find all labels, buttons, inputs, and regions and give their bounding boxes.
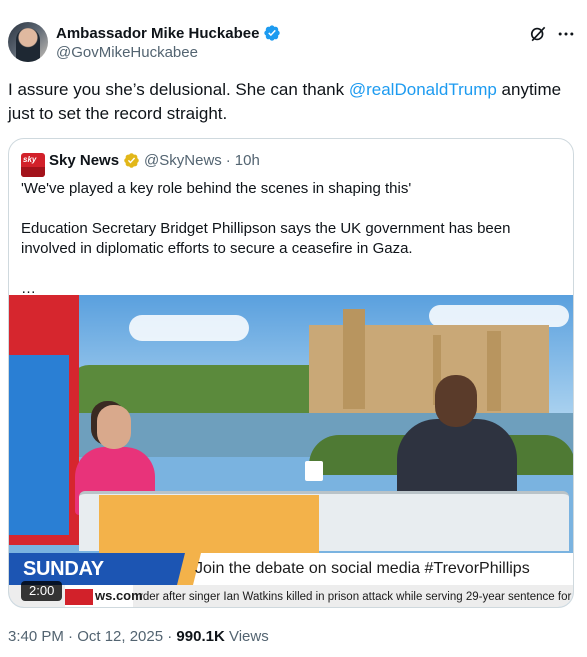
video-player[interactable]: SUNDAY MORNING Join the debate on social… xyxy=(9,295,574,607)
ticker-site: ws.com xyxy=(95,588,143,603)
more-options-icon[interactable] xyxy=(556,24,576,44)
ticker-text: rder after singer Ian Watkins killed in … xyxy=(139,591,574,603)
quote-header: Sky News @SkyNews · 10h xyxy=(49,152,260,169)
quote-handle[interactable]: @SkyNews xyxy=(144,152,222,169)
video-duration: 2:00 xyxy=(21,581,63,601)
tweet-timestamp[interactable]: 3:40 PM · Oct 12, 2025 · xyxy=(8,628,176,645)
author-handle[interactable]: @GovMikeHuckabee xyxy=(56,44,198,61)
presenter-man xyxy=(389,375,519,509)
tweet-metadata: 3:40 PM · Oct 12, 2025 · 990.1K Views xyxy=(8,628,269,645)
views-label: Views xyxy=(224,628,269,645)
mention-link[interactable]: @realDonaldTrump xyxy=(349,80,497,99)
quote-display-name[interactable]: Sky News xyxy=(49,152,119,169)
author-avatar[interactable] xyxy=(8,22,48,62)
sky-logo-text: sky xyxy=(23,155,37,164)
sky-news-logo[interactable]: sky xyxy=(21,153,45,177)
studio-wall-blue xyxy=(9,355,69,535)
coffee-cup xyxy=(305,461,323,481)
quote-separator: · xyxy=(225,152,231,169)
quoted-tweet[interactable]: sky Sky News @SkyNews · 10h 'We've playe… xyxy=(8,138,574,608)
views-count[interactable]: 990.1K xyxy=(176,628,224,645)
grok-icon[interactable] xyxy=(528,24,548,44)
quote-timestamp[interactable]: 10h xyxy=(235,152,260,169)
banner-text: Join the debate on social media #TrevorP… xyxy=(195,560,530,577)
author-name-row: Ambassador Mike Huckabee xyxy=(56,24,281,42)
ticker-logo: ws.com xyxy=(65,585,143,607)
gold-verified-badge-icon xyxy=(124,153,139,168)
quote-text-line-2: Education Secretary Bridget Phillipson s… xyxy=(21,220,511,257)
quote-text-line-1: 'We've played a key role behind the scen… xyxy=(21,180,412,197)
tweet: Ambassador Mike Huckabee @GovMikeHuckabe… xyxy=(0,0,587,657)
verified-badge-icon xyxy=(264,25,281,41)
author-display-name[interactable]: Ambassador Mike Huckabee xyxy=(56,25,259,42)
tweet-text: I assure you she’s delusional. She can t… xyxy=(8,78,578,126)
tweet-text-before: I assure you she’s delusional. She can t… xyxy=(8,80,349,99)
quote-text: 'We've played a key role behind the scen… xyxy=(21,179,561,299)
